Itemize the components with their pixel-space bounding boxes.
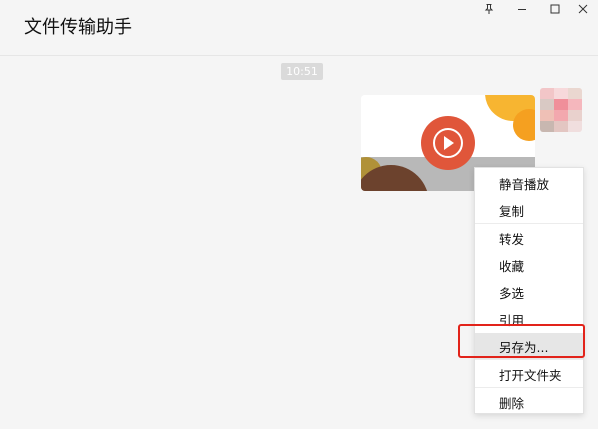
close-icon bbox=[578, 4, 588, 14]
menu-item-delete[interactable]: 删除 bbox=[475, 389, 583, 415]
avatar[interactable] bbox=[540, 88, 582, 132]
menu-item-mute-play[interactable]: 静音播放 bbox=[475, 170, 583, 196]
minimize-icon bbox=[518, 9, 526, 10]
pin-button[interactable] bbox=[475, 0, 503, 18]
highlight-box bbox=[458, 324, 585, 358]
minimize-button[interactable] bbox=[508, 0, 536, 18]
maximize-icon bbox=[550, 4, 560, 14]
message-timestamp: 10:51 bbox=[281, 63, 323, 80]
avatar-image bbox=[540, 88, 582, 132]
menu-separator bbox=[475, 387, 583, 388]
context-menu: 静音播放 复制 转发 收藏 多选 引用 另存为... 打开文件夹 删除 bbox=[474, 167, 584, 414]
play-icon[interactable] bbox=[421, 116, 475, 170]
menu-item-open-folder[interactable]: 打开文件夹 bbox=[475, 361, 583, 387]
menu-separator bbox=[475, 359, 583, 360]
menu-item-favorite[interactable]: 收藏 bbox=[475, 252, 583, 278]
title-bar: 文件传输助手 bbox=[0, 0, 598, 56]
menu-item-forward[interactable]: 转发 bbox=[475, 225, 583, 251]
close-button[interactable] bbox=[569, 0, 597, 18]
window-title: 文件传输助手 bbox=[24, 17, 132, 38]
pin-icon bbox=[484, 4, 494, 14]
menu-item-multi-select[interactable]: 多选 bbox=[475, 279, 583, 305]
menu-item-copy[interactable]: 复制 bbox=[475, 197, 583, 223]
menu-separator bbox=[475, 223, 583, 224]
maximize-button[interactable] bbox=[541, 0, 569, 18]
